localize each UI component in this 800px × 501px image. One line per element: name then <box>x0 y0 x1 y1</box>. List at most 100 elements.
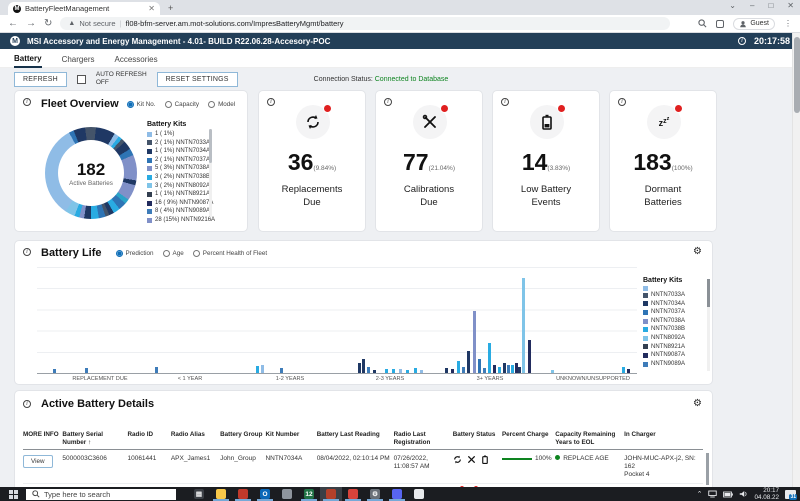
header-serial[interactable]: Battery Serial Number ↑ <box>62 431 127 446</box>
calibrations-info-icon[interactable]: i <box>384 98 392 106</box>
header-radio-alias[interactable]: Radio Alias <box>171 431 220 439</box>
reload-icon[interactable]: ↻ <box>44 18 52 29</box>
details-settings-gear-icon[interactable]: ⚙ <box>693 398 702 409</box>
battery-life-legend-item: NNTN7038A <box>643 317 703 326</box>
close-icon[interactable]: ✕ <box>787 1 794 10</box>
radio-capacity[interactable]: Capacity <box>165 101 200 108</box>
page-scrollbar-thumb[interactable] <box>794 37 800 113</box>
low-battery-events-card[interactable]: i 14(3.83%) Low BatteryEvents <box>492 90 600 232</box>
chart-bar <box>256 366 259 373</box>
url-box[interactable]: ▲ Not secure | fl08-bfm-server.am.mot-so… <box>60 17 670 30</box>
replacements-due-card[interactable]: i 36(9.84%) ReplacementsDue <box>258 90 366 232</box>
header-capacity-remaining[interactable]: Capacity Remaining Years to EOL <box>555 431 624 446</box>
sort-asc-icon[interactable]: ↑ <box>88 439 91 446</box>
dormant-label-line1: Dormant <box>645 184 681 195</box>
tray-display-icon[interactable] <box>708 490 717 498</box>
taskbar-app-bfm-client[interactable] <box>320 487 342 501</box>
radio-model[interactable]: Model <box>208 101 235 108</box>
tray-date: 04.08.22 <box>754 494 779 501</box>
view-button[interactable]: View <box>23 455 53 468</box>
taskbar-app-outlook[interactable]: O <box>254 487 276 501</box>
chart-bar <box>155 367 158 373</box>
taskbar-app-chrome-2[interactable] <box>342 487 364 501</box>
chart-bar <box>406 370 409 373</box>
chart-bar <box>493 365 496 373</box>
taskbar-app-task-view[interactable]: ▤ <box>188 487 210 501</box>
header-more-info[interactable]: MORE INFO <box>23 431 62 439</box>
tray-chevron-icon[interactable]: ⌃ <box>697 490 703 498</box>
tab-accessories[interactable]: Accessories <box>114 50 157 67</box>
taskbar-app-printer-app[interactable] <box>276 487 298 501</box>
calibrations-due-card[interactable]: i 77(21.04%) CalibrationsDue <box>375 90 483 232</box>
chart-bar <box>522 278 525 373</box>
new-tab-button[interactable]: + <box>168 3 173 13</box>
details-info-icon[interactable]: i <box>23 400 31 408</box>
battery-life-info-icon[interactable]: i <box>23 248 31 256</box>
header-kit-number[interactable]: Kit Number <box>265 431 316 439</box>
fleet-donut-chart[interactable]: 182 Active Batteries <box>45 127 137 219</box>
replacements-info-icon[interactable]: i <box>267 98 275 106</box>
start-button-icon[interactable] <box>9 490 18 499</box>
radio-age[interactable]: Age <box>163 250 184 257</box>
fleet-legend-scroll-thumb[interactable] <box>209 129 212 163</box>
forward-icon[interactable]: → <box>26 18 36 29</box>
connection-status-value: Connected to Database <box>375 76 449 83</box>
tray-battery-icon[interactable] <box>723 491 733 498</box>
browser-tab[interactable]: M BatteryFleetManagement ✕ <box>8 2 160 15</box>
chart-bar <box>420 370 423 373</box>
back-icon[interactable]: ← <box>8 18 18 29</box>
page-scrollbar[interactable] <box>792 33 800 487</box>
radio-percent-health[interactable]: Percent Health of Fleet <box>193 250 267 257</box>
reset-settings-button[interactable]: RESET SETTINGS <box>157 72 238 87</box>
fleet-info-icon[interactable]: i <box>23 98 31 106</box>
header-battery-status[interactable]: Battery Status <box>453 431 502 439</box>
notification-center-icon[interactable]: 31 <box>785 490 796 499</box>
guest-profile-button[interactable]: Guest <box>733 18 775 30</box>
capacity-status-dot <box>555 455 560 460</box>
legend-swatch <box>147 209 152 214</box>
tab-battery[interactable]: Battery <box>14 49 42 68</box>
header-info-icon[interactable]: i <box>738 37 746 45</box>
header-last-registration[interactable]: Radio Last Registration <box>394 431 453 446</box>
battery-life-chart[interactable] <box>37 267 637 374</box>
taskbar-app-chrome-3[interactable] <box>408 487 430 501</box>
taskbar-app-purple-app[interactable] <box>386 487 408 501</box>
radio-capacity-label: Capacity <box>175 101 200 108</box>
tab-chargers[interactable]: Chargers <box>62 50 95 67</box>
window-menu-icon[interactable]: ⌄ <box>729 1 736 10</box>
tab-close-icon[interactable]: ✕ <box>148 4 155 13</box>
browser-menu-icon[interactable]: ⋮ <box>784 19 792 28</box>
tray-clock[interactable]: 20:17 04.08.22 <box>754 487 779 501</box>
header-last-reading[interactable]: Battery Last Reading <box>317 431 394 439</box>
fleet-legend-scrollbar[interactable] <box>209 129 212 217</box>
auto-refresh-checkbox[interactable] <box>77 75 86 84</box>
taskbar-app-chrome-profile[interactable] <box>232 487 254 501</box>
cell-registration: 07/26/2022, 11:08:57 AM <box>394 455 453 471</box>
legend-label: NNTN9087A <box>651 351 685 360</box>
radio-kit-no[interactable]: Kit No. <box>127 101 156 108</box>
low-battery-info-icon[interactable]: i <box>501 98 509 106</box>
header-in-charger[interactable]: In Charger <box>624 431 703 439</box>
radio-prediction[interactable]: Prediction <box>116 250 154 257</box>
header-percent-charge[interactable]: Percent Charge <box>502 431 555 439</box>
taskbar-search[interactable]: Type here to search <box>26 489 176 500</box>
dormant-info-icon[interactable]: i <box>618 98 626 106</box>
dormant-percent: (100%) <box>672 165 693 172</box>
dormant-batteries-card[interactable]: i zzz 183(100%) DormantBatteries <box>609 90 717 232</box>
refresh-button[interactable]: REFRESH <box>14 72 67 87</box>
side-panel-icon[interactable] <box>716 20 724 28</box>
table-scrollbar[interactable] <box>706 453 709 485</box>
taskbar-app-project-app[interactable]: 12 <box>298 487 320 501</box>
search-icon[interactable] <box>698 19 707 28</box>
tray-volume-icon[interactable] <box>739 490 748 498</box>
legend-label: 3 ( 2%) NNTN8092A <box>155 182 210 191</box>
maximize-icon[interactable]: □ <box>768 1 773 10</box>
battery-life-legend-scroll-thumb[interactable] <box>707 279 710 307</box>
battery-life-legend-scrollbar[interactable] <box>707 279 710 371</box>
battery-life-settings-gear-icon[interactable]: ⚙ <box>693 246 702 257</box>
header-radio-id[interactable]: Radio ID <box>127 431 170 439</box>
minimize-icon[interactable]: – <box>750 1 754 10</box>
header-battery-group[interactable]: Battery Group <box>220 431 265 439</box>
taskbar-app-file-explorer[interactable] <box>210 487 232 501</box>
taskbar-app-settings[interactable]: ⚙ <box>364 487 386 501</box>
